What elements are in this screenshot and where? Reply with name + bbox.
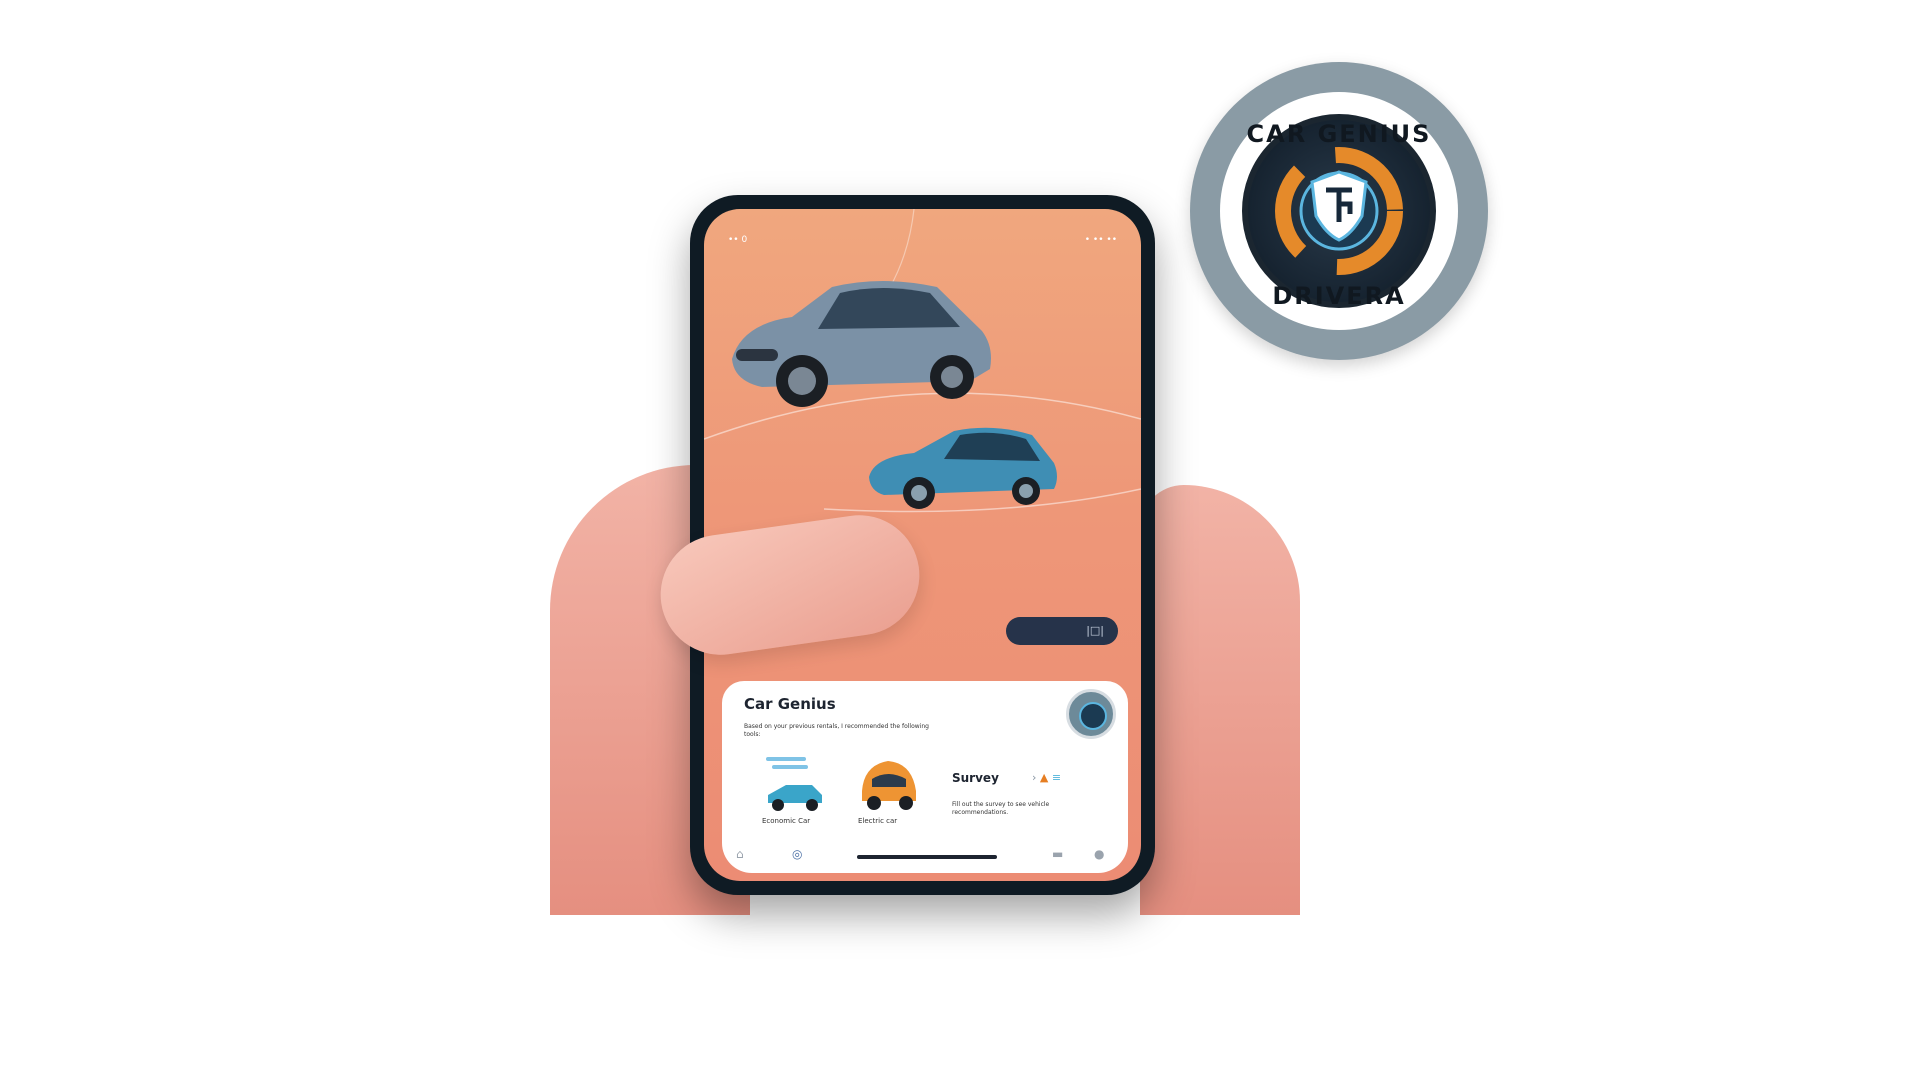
right-hand: [1140, 485, 1300, 915]
car-icon[interactable]: ▬: [1052, 847, 1063, 861]
shield-icon: [1310, 170, 1368, 242]
electric-car-image[interactable]: [852, 751, 922, 811]
car-genius-logo-icon: [1066, 689, 1116, 739]
card-description: Based on your previous rentals, I recomm…: [744, 723, 929, 738]
economic-car-image[interactable]: [760, 751, 830, 811]
warning-icon[interactable]: ▲: [1040, 771, 1048, 784]
survey-title[interactable]: Survey: [952, 771, 999, 785]
profile-icon[interactable]: ●: [1094, 847, 1104, 861]
home-indicator[interactable]: [857, 855, 997, 859]
hero-car-image: [732, 281, 991, 407]
recommendation-card: Car Genius Based on your previous rental…: [722, 681, 1128, 873]
electric-car-label[interactable]: Electric car: [858, 817, 897, 825]
economic-car-label[interactable]: Economic Car: [762, 817, 810, 825]
chat-icon[interactable]: ◎: [792, 847, 802, 861]
badge-top-text: CAR GENIUS: [1246, 120, 1432, 148]
phone-mockup-scene: •• 0 • •• •• |□| Car Genius Based on you…: [550, 195, 1300, 915]
card-title: Car Genius: [744, 695, 836, 713]
badge-bottom-text: DRIVERA: [1272, 282, 1406, 310]
secondary-car-image: [869, 427, 1057, 509]
car-genius-drivera-badge: CAR GENIUS DRIVERA: [1190, 62, 1488, 360]
arrow-icon[interactable]: ›: [1032, 771, 1036, 784]
action-pill-button[interactable]: |□|: [1006, 617, 1118, 645]
survey-icons: › ▲ ≡: [1032, 771, 1061, 784]
survey-description: Fill out the survey to see vehicle recom…: [952, 801, 1050, 816]
home-icon[interactable]: ⌂: [736, 847, 744, 861]
menu-icon[interactable]: ≡: [1052, 771, 1061, 784]
